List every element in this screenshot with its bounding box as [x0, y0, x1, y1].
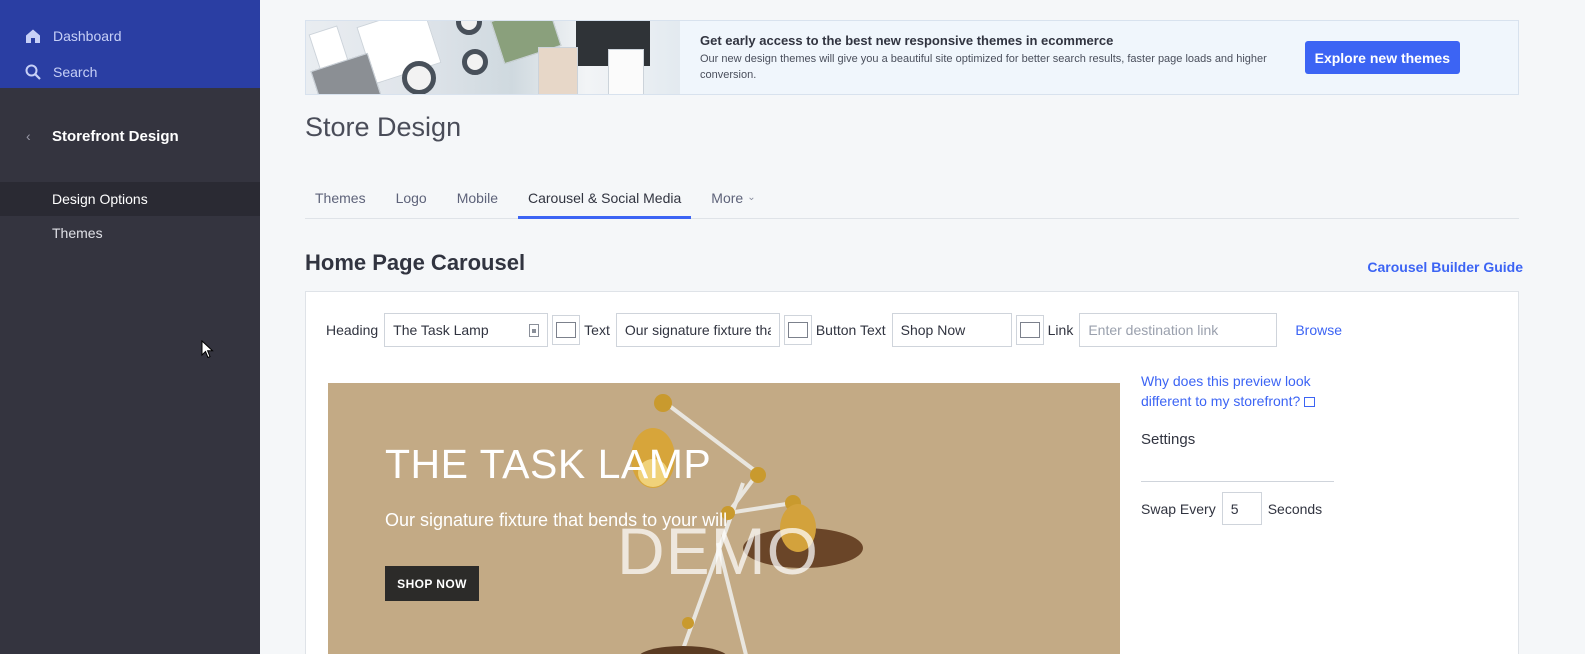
text-input[interactable] [615, 313, 780, 347]
tab-themes[interactable]: Themes [305, 176, 376, 219]
tab-mobile[interactable]: Mobile [447, 176, 508, 219]
preview-difference-link-text: Why does this preview look different to … [1141, 373, 1311, 409]
swap-every-label: Swap Every [1141, 500, 1216, 517]
banner-title: Get early access to the best new respons… [700, 32, 1114, 48]
demo-watermark: DEMO [617, 514, 819, 588]
swap-every-row: Swap Every 5 Seconds [1141, 492, 1341, 525]
settings-divider [1141, 481, 1334, 482]
tab-label: More [711, 189, 744, 206]
sidebar-top-nav: Dashboard Search [0, 0, 260, 88]
external-link-icon [1304, 397, 1316, 407]
chevron-down-icon: ⌄ [747, 192, 756, 203]
sidebar-section-title: Storefront Design [52, 127, 179, 145]
button-text-input-text[interactable] [900, 322, 1003, 338]
explore-new-themes-button[interactable]: Explore new themes [1304, 41, 1460, 74]
button-color-swatch[interactable] [1015, 315, 1044, 345]
tab-label: Mobile [456, 189, 498, 206]
sidebar-item-dashboard[interactable]: Dashboard [0, 18, 260, 54]
back-to-storefront-design[interactable]: ‹ Storefront Design [0, 88, 260, 182]
tab-carousel-social-media[interactable]: Carousel & Social Media [517, 176, 692, 219]
preview-heading: THE TASK LAMP [385, 441, 712, 487]
promo-banner: Get early access to the best new respons… [305, 20, 1519, 95]
design-tabs: Themes Logo Mobile Carousel & Social Med… [305, 176, 1519, 219]
browse-link[interactable]: Browse [1295, 322, 1342, 338]
section-title: Home Page Carousel [305, 250, 526, 275]
text-label: Text [584, 322, 610, 338]
sidebar-item-label: Dashboard [53, 28, 122, 44]
page-title: Store Design [305, 112, 462, 142]
settings-heading: Settings [1141, 431, 1196, 448]
carousel-builder-guide-link[interactable]: Carousel Builder Guide [1367, 259, 1523, 275]
banner-text: Get early access to the best new respons… [700, 33, 1300, 83]
banner-subtitle: Our new design themes will give you a be… [700, 52, 1267, 81]
color-swatch-inner [1019, 322, 1040, 338]
preview-shop-now-button[interactable]: SHOP NOW [385, 566, 479, 601]
preview-difference-link[interactable]: Why does this preview look different to … [1141, 371, 1341, 411]
tab-label: Logo [395, 189, 427, 206]
heading-input[interactable] [384, 313, 549, 347]
link-input-text[interactable] [1088, 322, 1269, 338]
tab-logo[interactable]: Logo [386, 176, 437, 219]
sidebar-item-design-options[interactable]: Design Options [0, 182, 260, 216]
tab-more[interactable]: More ⌄ [701, 176, 765, 219]
link-input[interactable] [1079, 313, 1278, 347]
text-input-text[interactable] [624, 322, 771, 338]
carousel-settings: Why does this preview look different to … [1141, 371, 1341, 525]
search-icon [24, 63, 42, 81]
mouse-cursor-icon [201, 340, 214, 359]
link-label: Link [1047, 322, 1074, 338]
carousel-preview: THE TASK LAMP Our signature fixture that… [328, 383, 1120, 654]
text-color-swatch[interactable] [783, 315, 812, 345]
sidebar-item-search[interactable]: Search [0, 54, 260, 90]
seconds-label: Seconds [1267, 500, 1323, 517]
sidebar: Dashboard Search ‹ Storefront Design Des… [0, 0, 260, 654]
sidebar-item-label: Design Options [52, 191, 148, 207]
sidebar-item-label: Themes [52, 225, 103, 241]
text-format-icon[interactable] [529, 323, 540, 337]
sidebar-item-themes[interactable]: Themes [0, 216, 260, 250]
home-icon [24, 27, 42, 45]
color-swatch-inner [556, 322, 577, 338]
tab-label: Themes [315, 189, 366, 206]
chevron-left-icon: ‹ [26, 128, 31, 144]
sidebar-item-label: Search [53, 64, 98, 80]
swap-seconds-input[interactable]: 5 [1221, 492, 1262, 525]
button-text-label: Button Text [815, 322, 886, 338]
button-text-input[interactable] [891, 313, 1012, 347]
tab-label: Carousel & Social Media [527, 189, 682, 206]
banner-image [306, 21, 680, 94]
heading-color-swatch[interactable] [552, 315, 581, 345]
slide-fields-row: Heading Text Button Text Link Browse [326, 313, 1342, 347]
heading-label: Heading [326, 322, 379, 338]
heading-input-text[interactable] [393, 322, 524, 338]
color-swatch-inner [787, 322, 808, 338]
carousel-panel: Heading Text Button Text Link Browse [305, 291, 1519, 654]
